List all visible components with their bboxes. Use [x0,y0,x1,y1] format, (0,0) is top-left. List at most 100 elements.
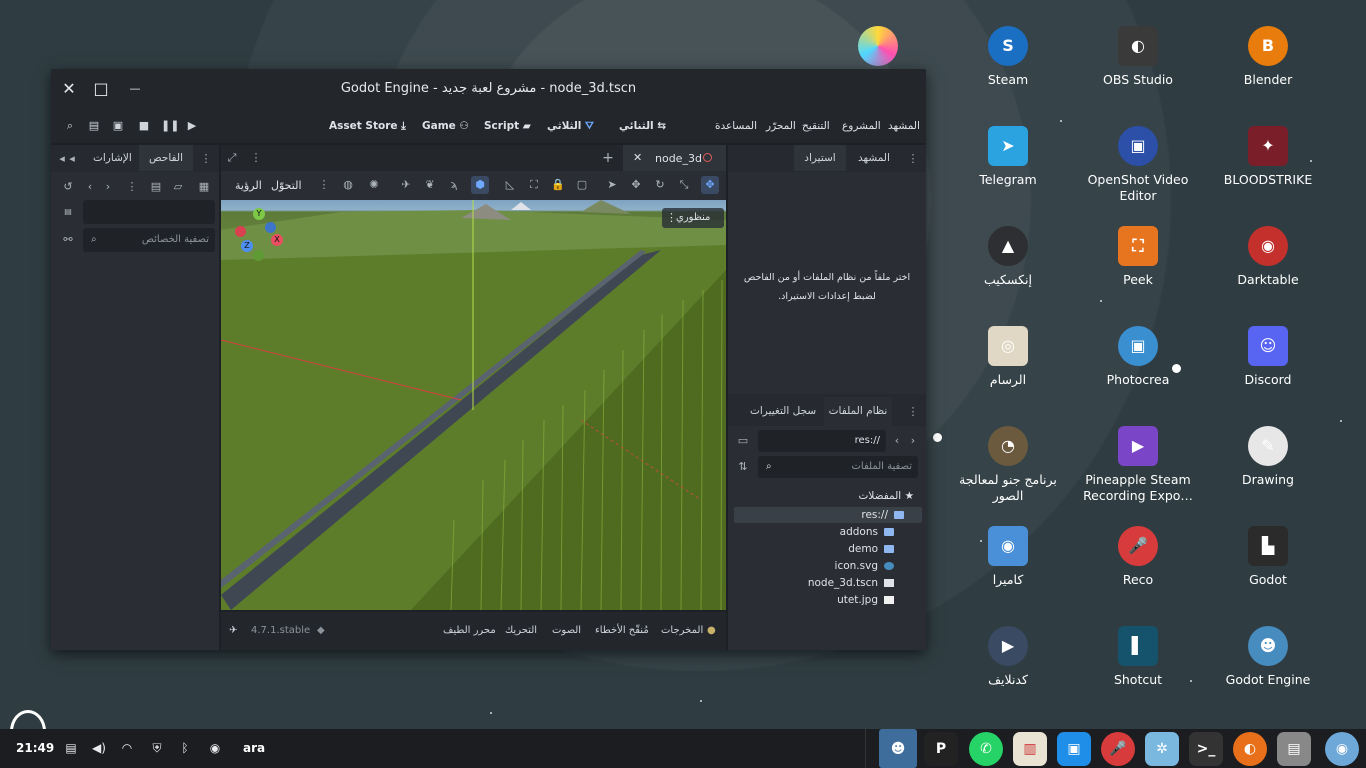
scale-tool-icon[interactable]: ⤡ [677,178,691,192]
menu-scene[interactable]: المشهد [888,120,920,132]
run-project-icon-zoom[interactable]: ⌕ [63,119,77,133]
gizmo-neg-x-icon[interactable] [235,226,246,237]
doc-icon[interactable]: ▤ [61,205,75,219]
close-tab-icon[interactable]: ✕ [633,151,642,164]
clipboard-icon[interactable]: ▤ [64,741,78,755]
tab-import[interactable]: استيراد [794,145,846,171]
menu-editor[interactable]: المحرّر [766,120,796,132]
sort-files-icon[interactable]: ⇅ [736,460,750,474]
environment-icon[interactable]: ◍ [341,178,355,192]
tab-inspector[interactable]: الفاحص [139,145,193,171]
view-gizmo[interactable]: Y X Z [235,208,287,261]
add-scene-tab-button[interactable]: + [601,151,615,165]
desktop-icon[interactable]: S Steam [948,26,1068,88]
app-logo-icon[interactable] [858,26,898,66]
taskbar-popcorn-icon[interactable]: ▥ [1013,732,1047,766]
leaf-icon[interactable]: ❦ [423,178,437,192]
perspective-menu[interactable]: ⋮ منظوري [662,208,724,228]
desktop-icon[interactable]: ◐ OBS Studio [1078,26,1198,88]
script-tab[interactable]: Script ▰ [484,120,531,132]
bottom-tab-output[interactable]: المخرجات [661,625,703,636]
toolbar-menu-icon[interactable]: ⋮ [317,178,331,192]
move-tool-icon[interactable]: ✥ [629,178,643,192]
tab-history[interactable]: سجل التغييرات [750,405,816,417]
desktop-icon[interactable]: ◉ كاميرا [948,526,1068,588]
desktop-icon[interactable]: ▣ Photocrea [1078,326,1198,388]
desktop-icon[interactable]: B Blender [1208,26,1328,88]
select-tool-icon[interactable]: ➤ [605,178,619,192]
filter-properties-input[interactable]: تصفية الخصائص ⌕ [83,228,215,252]
keyboard-layout[interactable]: ara [243,741,265,755]
object-selector[interactable] [83,200,215,224]
3d-tab[interactable]: الثلاثي ⛛ [547,120,594,133]
desktop-icon[interactable]: ☺ Discord [1208,326,1328,388]
asset-store-tab[interactable]: Asset Store ⤓ [329,120,406,133]
save-resource-icon[interactable]: ▤ [149,180,163,194]
pause-icon[interactable]: ❚❚ [161,119,179,133]
open-resource-icon[interactable]: ▱ [171,180,185,194]
scene-tab-node3d[interactable]: ✕ node_3d [623,145,726,171]
clock[interactable]: 21:49 [16,741,54,755]
filesystem-dock-menu-icon[interactable]: ⋮ [906,405,920,419]
tab-menu-icon[interactable]: ⋮ [249,151,263,165]
pin-bottom-icon[interactable]: ✈ [229,625,237,636]
filter-files-input[interactable]: تصفية الملفات ⌕ [758,456,918,478]
lock-icon[interactable]: 🔒 [551,178,565,192]
shield-icon[interactable]: ⛨ [150,741,164,755]
transform-tool-icon[interactable]: ✥ [701,176,719,194]
steam-tray-icon[interactable]: ◉ [208,741,222,755]
desktop-icon[interactable]: ✎ Drawing [1208,426,1328,488]
dock-menu-icon-right[interactable]: ⋮ [906,152,920,166]
3d-viewport[interactable]: Y X Z ⋮ منظوري [221,200,726,610]
desktop-icon[interactable]: ➤ Telegram [948,126,1068,188]
pin-icon[interactable]: ✈ [399,178,413,192]
path-field[interactable]: res:// [758,430,886,452]
snap-icon[interactable]: ⛶ [527,178,541,192]
menu-help[interactable]: المساعدة [715,120,757,132]
movie-maker-icon[interactable]: ▤ [87,119,101,133]
file-tree-item[interactable]: demo [848,541,894,557]
gizmo-z-icon[interactable]: Z [241,240,253,252]
2d-tab[interactable]: الثنائي ⇆ [619,120,666,132]
inspector-menu-icon[interactable]: ⋮ [125,180,139,194]
ruler-icon[interactable]: ◺ [503,178,517,192]
taskbar-godot-icon[interactable]: ☻ [879,729,917,768]
dock-move-icon[interactable]: ◂ [65,152,79,166]
distraction-free-icon[interactable]: ⤢ [225,151,239,165]
gizmo-x-icon[interactable]: X [271,234,283,246]
box-icon[interactable]: ⬢ [471,176,489,194]
transform-menu[interactable]: التحوّل [271,179,302,192]
gizmo-neg-y-icon[interactable] [253,250,264,261]
new-resource-icon[interactable]: ▦ [197,180,211,194]
menu-project[interactable]: المشروع [842,120,881,132]
remote-debug-icon[interactable]: ▣ [111,119,125,133]
view-menu[interactable]: الرؤية [235,179,262,192]
property-options-icon[interactable]: ⚯ [61,233,75,247]
file-tree-item[interactable]: res:// [861,507,904,523]
game-tab[interactable]: Game ⚇ [422,120,469,132]
group-icon[interactable]: ▢ [575,178,589,192]
taskbar-zoom-icon[interactable]: ▣ [1057,732,1091,766]
path-back-icon[interactable]: ‹ [890,434,904,448]
gizmo-y-icon[interactable]: Y [253,208,265,220]
desktop-icon[interactable]: ▲ إنكسكيب [948,226,1068,288]
desktop-icon[interactable]: ◉ Darktable [1208,226,1328,288]
file-tree-item[interactable]: utet.jpg [837,592,894,608]
wifi-icon[interactable]: ◠ [120,741,134,755]
taskbar-launcher-icon[interactable]: ◉ [1325,732,1359,766]
taskbar-files-icon[interactable]: ▤ [1277,732,1311,766]
desktop-icon[interactable]: ▙ Godot [1208,526,1328,588]
bluetooth-icon[interactable]: ᛒ [178,741,192,755]
desktop-icon[interactable]: ⛶ Peek [1078,226,1198,288]
desktop-icon[interactable]: 🎤 Reco [1078,526,1198,588]
taskbar-recorder-icon[interactable]: 🎤 [1101,732,1135,766]
desktop-icon[interactable]: ▌ Shotcut [1078,626,1198,688]
favorites-row[interactable]: المفضلات ★ [858,488,914,504]
desktop-icon[interactable]: ▣ OpenShot Video Editor [1078,126,1198,204]
taskbar-terminal-icon[interactable]: >_ [1189,732,1223,766]
desktop-icon[interactable]: ✦ BLOODSTRIKE [1208,126,1328,188]
bone-icon[interactable]: ϡ [447,178,461,192]
desktop-icon[interactable]: ☻ Godot Engine [1208,626,1328,688]
path-forward-icon[interactable]: › [906,434,920,448]
file-tree-item[interactable]: icon.svg [835,558,894,574]
